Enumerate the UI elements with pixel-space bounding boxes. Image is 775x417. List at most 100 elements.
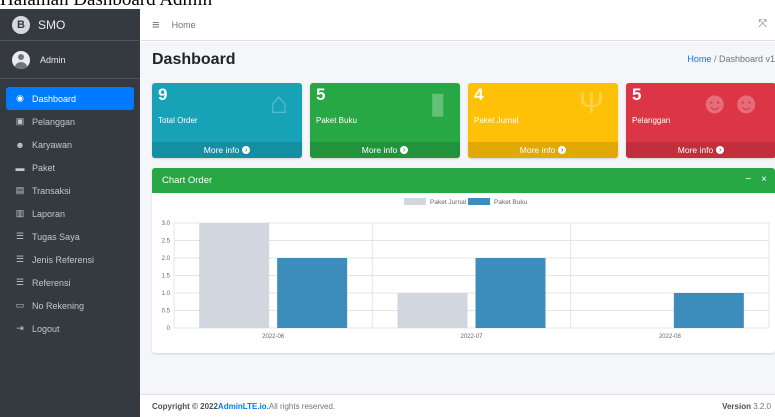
chart-icon: ▥ bbox=[15, 208, 25, 218]
sidebar-item-dashboard[interactable]: ◉ Dashboard bbox=[6, 87, 134, 110]
box-label: Pelanggan bbox=[632, 116, 671, 125]
tachometer-icon: ◉ bbox=[16, 93, 24, 103]
content-wrapper: Dashboard Home / Dashboard v1 9 Total Ord… bbox=[140, 42, 775, 394]
invoice-icon: ▤ bbox=[15, 185, 25, 195]
small-box-paket-buku: 5 Paket Buku ▮ More info › bbox=[310, 83, 460, 158]
sidebar-item-logout[interactable]: ⇥ Logout bbox=[6, 317, 134, 340]
menu-toggle-icon[interactable]: ≡ bbox=[152, 17, 160, 32]
box-value: 4 bbox=[474, 85, 484, 104]
sidebar-nav: ◉ Dashboard ▣ Pelanggan ☻ Karyawan ▬ Paket ▤ Tran… bbox=[0, 79, 140, 340]
chart-order-card: Chart Order − × Paket Jurnal Paket Buku 0 0… bbox=[152, 168, 775, 353]
more-info-label: More info bbox=[519, 145, 556, 155]
x-tick-label: 2022-07 bbox=[460, 334, 483, 340]
box-label: Paket Buku bbox=[316, 116, 357, 125]
sidebar-item-transaksi[interactable]: ▤ Transaksi bbox=[6, 179, 134, 202]
more-info-link[interactable]: More info › bbox=[310, 142, 460, 158]
breadcrumb-separator: / bbox=[711, 54, 719, 64]
user-card-icon: ▣ bbox=[15, 116, 25, 126]
small-box-paket-jurnal: 4 Paket Jurnal Ψ More info › bbox=[468, 83, 618, 158]
avatar bbox=[12, 50, 30, 69]
sidebar-item-label: Dashboard bbox=[32, 93, 77, 104]
sidebar-item-label: Transaksi bbox=[32, 185, 71, 196]
y-tick-label: 0 bbox=[167, 326, 171, 332]
version-label: Version bbox=[722, 402, 751, 411]
user-name: Admin bbox=[40, 54, 66, 65]
rights-text: All rights reserved. bbox=[268, 401, 336, 411]
legend-label: Paket Buku bbox=[494, 199, 528, 206]
more-info-link[interactable]: More info › bbox=[468, 142, 618, 158]
y-tick-label: 1.5 bbox=[162, 274, 171, 280]
user-panel[interactable]: Admin bbox=[0, 41, 140, 79]
bar-paket-buku-2022-08 bbox=[673, 293, 744, 328]
arrow-circle-right-icon: › bbox=[716, 146, 725, 154]
version-number: 3.2.0 bbox=[750, 402, 771, 411]
box-icon: ▬ bbox=[15, 162, 25, 173]
box-label: Paket Jurnal bbox=[474, 116, 519, 125]
top-navbar: ≡ Home ⤧ bbox=[140, 9, 775, 41]
bar-paket-jurnal-2022-06 bbox=[199, 223, 270, 328]
sidebar-item-label: Paket bbox=[32, 162, 56, 173]
users-icon: ☻☻ bbox=[698, 87, 762, 120]
topbar-home-link[interactable]: Home bbox=[172, 20, 196, 30]
arrow-circle-right-icon: › bbox=[400, 146, 409, 154]
sidebar-item-label: Laporan bbox=[32, 208, 66, 219]
more-info-link[interactable]: More info › bbox=[626, 142, 775, 158]
box-value: 9 bbox=[158, 85, 168, 104]
list-icon: ☰ bbox=[15, 254, 25, 264]
y-tick-label: 2.5 bbox=[162, 239, 171, 245]
more-info-label: More info bbox=[203, 145, 240, 155]
arrow-circle-right-icon: › bbox=[242, 146, 251, 154]
brand-logo-icon: B bbox=[12, 15, 30, 34]
sidebar-item-laporan[interactable]: ▥ Laporan bbox=[6, 202, 134, 225]
bar-paket-buku-2022-06 bbox=[277, 258, 348, 328]
main-footer: Copyright © 2022 AdminLTE.io. All rights… bbox=[140, 394, 775, 417]
x-tick-label: 2022-08 bbox=[659, 334, 682, 340]
sidebar-item-jenis-referensi[interactable]: ☰ Jenis Referensi bbox=[6, 248, 134, 271]
page-caption: Halaman Dashboard Admin bbox=[0, 0, 300, 9]
brand-link[interactable]: B SMO bbox=[0, 9, 140, 41]
y-tick-label: 1.0 bbox=[162, 291, 171, 297]
breadcrumb-current: Dashboard v1 bbox=[718, 54, 775, 64]
sidebar: B SMO Admin ◉ Dashboard ▣ Pelanggan ☻ Karyawa… bbox=[0, 9, 140, 417]
bar-paket-buku-2022-07 bbox=[475, 258, 546, 328]
breadcrumb-home-link[interactable]: Home bbox=[687, 54, 711, 64]
tasks-icon: ☰ bbox=[15, 231, 25, 241]
copyright-text: Copyright © 2022 bbox=[152, 401, 218, 411]
more-info-label: More info bbox=[677, 145, 714, 155]
box-value: 5 bbox=[632, 85, 642, 104]
arrow-circle-right-icon: › bbox=[558, 146, 567, 154]
sidebar-item-label: Karyawan bbox=[32, 139, 73, 150]
brand-text: SMO bbox=[38, 17, 66, 32]
collapse-button[interactable]: − bbox=[745, 174, 751, 185]
bar-paket-jurnal-2022-07 bbox=[397, 293, 468, 328]
sidebar-item-label: Referensi bbox=[32, 277, 71, 288]
sidebar-item-label: Pelanggan bbox=[32, 116, 76, 127]
x-tick-label: 2022-06 bbox=[262, 334, 285, 340]
sidebar-item-pelanggan[interactable]: ▣ Pelanggan bbox=[6, 110, 134, 133]
legend-swatch bbox=[468, 198, 490, 205]
small-box-pelanggan: 5 Pelanggan ☻☻ More info › bbox=[626, 83, 775, 158]
y-tick-label: 0.5 bbox=[162, 309, 171, 315]
sidebar-item-no-rekening[interactable]: ▭ No Rekening bbox=[6, 294, 134, 317]
card-title: Chart Order bbox=[162, 175, 213, 186]
shopping-bag-icon: ⌂ bbox=[269, 87, 288, 120]
sidebar-item-tugas-saya[interactable]: ☰ Tugas Saya bbox=[6, 225, 134, 248]
sidebar-item-karyawan[interactable]: ☻ Karyawan bbox=[6, 133, 134, 156]
y-tick-label: 2.0 bbox=[162, 256, 171, 262]
small-box-total-order: 9 Total Order ⌂ More info › bbox=[152, 83, 302, 158]
more-info-link[interactable]: More info › bbox=[152, 142, 302, 158]
sidebar-item-paket[interactable]: ▬ Paket bbox=[6, 156, 134, 179]
sidebar-item-label: No Rekening bbox=[32, 300, 85, 311]
more-info-label: More info bbox=[361, 145, 398, 155]
sidebar-item-referensi[interactable]: ☰ Referensi bbox=[6, 271, 134, 294]
breadcrumb: Home / Dashboard v1 bbox=[687, 54, 775, 64]
legend-label: Paket Jurnal bbox=[430, 199, 467, 206]
fullscreen-icon[interactable]: ⤧ bbox=[758, 18, 767, 31]
sign-out-icon: ⇥ bbox=[16, 323, 24, 333]
sidebar-item-label: Jenis Referensi bbox=[32, 254, 95, 265]
adminlte-link[interactable]: AdminLTE.io. bbox=[218, 402, 269, 411]
close-button[interactable]: × bbox=[761, 174, 767, 185]
sidebar-item-label: Logout bbox=[32, 323, 60, 334]
legend-swatch bbox=[404, 198, 426, 205]
order-bar-chart: Paket Jurnal Paket Buku 0 0.5 1.0 1.5 2.0 2.5 3.… bbox=[162, 198, 770, 340]
